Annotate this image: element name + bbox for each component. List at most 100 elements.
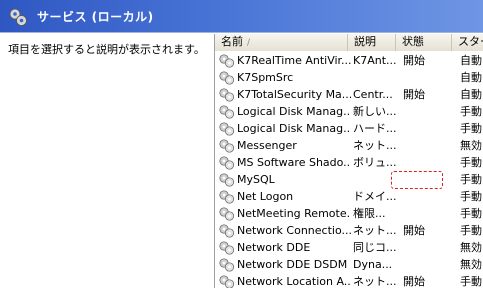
column-header-startup[interactable]: スター: [452, 34, 483, 51]
service-name: MS Software Shado...: [237, 156, 351, 169]
service-row[interactable]: NetMeeting Remote... 権限... 手動: [215, 205, 483, 222]
service-startup-type: 自動: [460, 88, 482, 101]
gear-icon: [219, 190, 235, 204]
window-title: サービス (ローカル): [37, 10, 154, 24]
service-name-cell: Net Logon: [218, 188, 351, 205]
service-status: [403, 154, 455, 171]
service-name: NetMeeting Remote...: [237, 207, 351, 220]
service-status: [403, 137, 455, 154]
service-status: 開始: [403, 88, 425, 101]
service-status: 開始: [403, 54, 425, 67]
gear-icon: [219, 173, 235, 187]
service-name-cell: K7TotalSecurity Ma...: [218, 86, 351, 103]
service-name: Logical Disk Manag...: [237, 122, 351, 135]
service-name: Messenger: [237, 139, 297, 152]
service-description: ネット...: [353, 224, 397, 237]
service-status: [403, 120, 455, 137]
service-name-cell: Network DDE: [218, 239, 351, 256]
service-row[interactable]: MS Software Shado... ボリュ... 手動: [215, 154, 483, 171]
gear-icon: [219, 54, 235, 68]
service-startup-type: 手動: [460, 105, 482, 118]
service-status: [403, 103, 455, 120]
service-description: 新しい...: [353, 105, 397, 118]
service-name: Network DDE: [237, 241, 311, 254]
gear-icon: [219, 88, 235, 102]
service-status: 開始: [403, 275, 425, 288]
service-startup-type: 手動: [460, 190, 482, 203]
service-row[interactable]: Logical Disk Manag... ハード... 手動: [215, 120, 483, 137]
column-header-description-label: 説明: [354, 35, 376, 48]
service-name-cell: Logical Disk Manag...: [218, 103, 351, 120]
service-name-cell: Logical Disk Manag...: [218, 120, 351, 137]
service-name-cell: Network Connectio...: [218, 222, 351, 239]
service-row[interactable]: K7TotalSecurity Ma... Centr... 開始 自動: [215, 86, 483, 103]
title-bar: サービス (ローカル): [0, 0, 483, 33]
gear-icon: [219, 105, 235, 119]
sort-indicator-icon: /: [247, 38, 251, 48]
service-name-cell: MS Software Shado...: [218, 154, 351, 171]
service-startup-type: 手動: [460, 275, 482, 288]
service-startup-type: 手動: [460, 173, 482, 186]
service-row[interactable]: Network Connectio... ネット... 開始 手動: [215, 222, 483, 239]
service-startup-type: 無効: [460, 258, 482, 271]
service-row[interactable]: Net Logon ドメイ... 手動: [215, 188, 483, 205]
service-row[interactable]: Network DDE 同じコ... 無効: [215, 239, 483, 256]
gear-icon: [219, 258, 235, 272]
service-status: [403, 205, 455, 222]
gear-icon: [219, 207, 235, 221]
service-description: ドメイ...: [353, 190, 397, 203]
service-description: Dyna...: [353, 258, 393, 271]
service-description: ボリュ...: [353, 156, 397, 169]
service-status: [403, 239, 455, 256]
service-description: ハード...: [353, 122, 397, 135]
service-name-cell: Messenger: [218, 137, 351, 154]
service-name: Logical Disk Manag...: [237, 105, 351, 118]
service-status: [403, 69, 455, 86]
service-startup-type: 手動: [460, 156, 482, 169]
service-description: 同じコ...: [353, 241, 397, 254]
service-row[interactable]: Network DDE DSDM Dyna... 無効: [215, 256, 483, 273]
service-name-cell: K7RealTime AntiVir...: [218, 52, 351, 69]
services-list[interactable]: 名前 / 説明 状態 スター K7RealTime AntiVir...K7Ant…: [214, 34, 483, 288]
column-header-name[interactable]: 名前 /: [215, 34, 348, 51]
service-name: MySQL: [237, 173, 275, 186]
column-header-status[interactable]: 状態: [396, 34, 452, 51]
service-name-cell: Network DDE DSDM: [218, 256, 351, 273]
service-startup-type: 手動: [460, 224, 482, 237]
service-startup-type: 自動: [460, 54, 482, 67]
gear-icon: [219, 224, 235, 238]
column-header-description[interactable]: 説明: [348, 34, 396, 51]
service-row[interactable]: K7SpmSrc 自動: [215, 69, 483, 86]
service-startup-type: 自動: [460, 71, 482, 84]
service-row[interactable]: K7RealTime AntiVir... K7Ant... 開始 自動: [215, 52, 483, 69]
service-name: Network DDE DSDM: [237, 258, 348, 271]
column-header-startup-label: スター: [458, 35, 483, 48]
service-name-cell: MySQL: [218, 171, 351, 188]
service-startup-type: 手動: [460, 207, 482, 220]
description-pane: 項目を選択すると説明が表示されます。: [0, 34, 213, 288]
service-description: ネット...: [353, 275, 397, 288]
service-description: [353, 69, 401, 86]
service-startup-type: 無効: [460, 241, 482, 254]
service-description: ネット...: [353, 139, 397, 152]
gear-icon: [219, 241, 235, 255]
service-name: K7SpmSrc: [237, 71, 294, 84]
service-row[interactable]: Messenger ネット... 無効: [215, 137, 483, 154]
column-header-name-label: 名前: [221, 35, 243, 48]
service-status: [403, 256, 455, 273]
service-name: K7TotalSecurity Ma...: [237, 88, 351, 101]
service-description: K7Ant...: [353, 54, 397, 67]
service-name-cell: K7SpmSrc: [218, 69, 351, 86]
service-row[interactable]: Logical Disk Manag... 新しい... 手動: [215, 103, 483, 120]
service-status: 開始: [403, 224, 425, 237]
gears-icon: [9, 8, 27, 26]
gear-icon: [219, 122, 235, 136]
column-header-status-label: 状態: [402, 35, 424, 48]
service-name: Network Connectio...: [237, 224, 351, 237]
service-description: Centr...: [353, 88, 393, 101]
gear-icon: [219, 71, 235, 85]
service-row[interactable]: Network Location A... ネット... 開始 手動: [215, 273, 483, 288]
gear-icon: [219, 139, 235, 153]
list-header: 名前 / 説明 状態 スター: [215, 34, 483, 51]
service-name: Network Location A...: [237, 275, 351, 288]
